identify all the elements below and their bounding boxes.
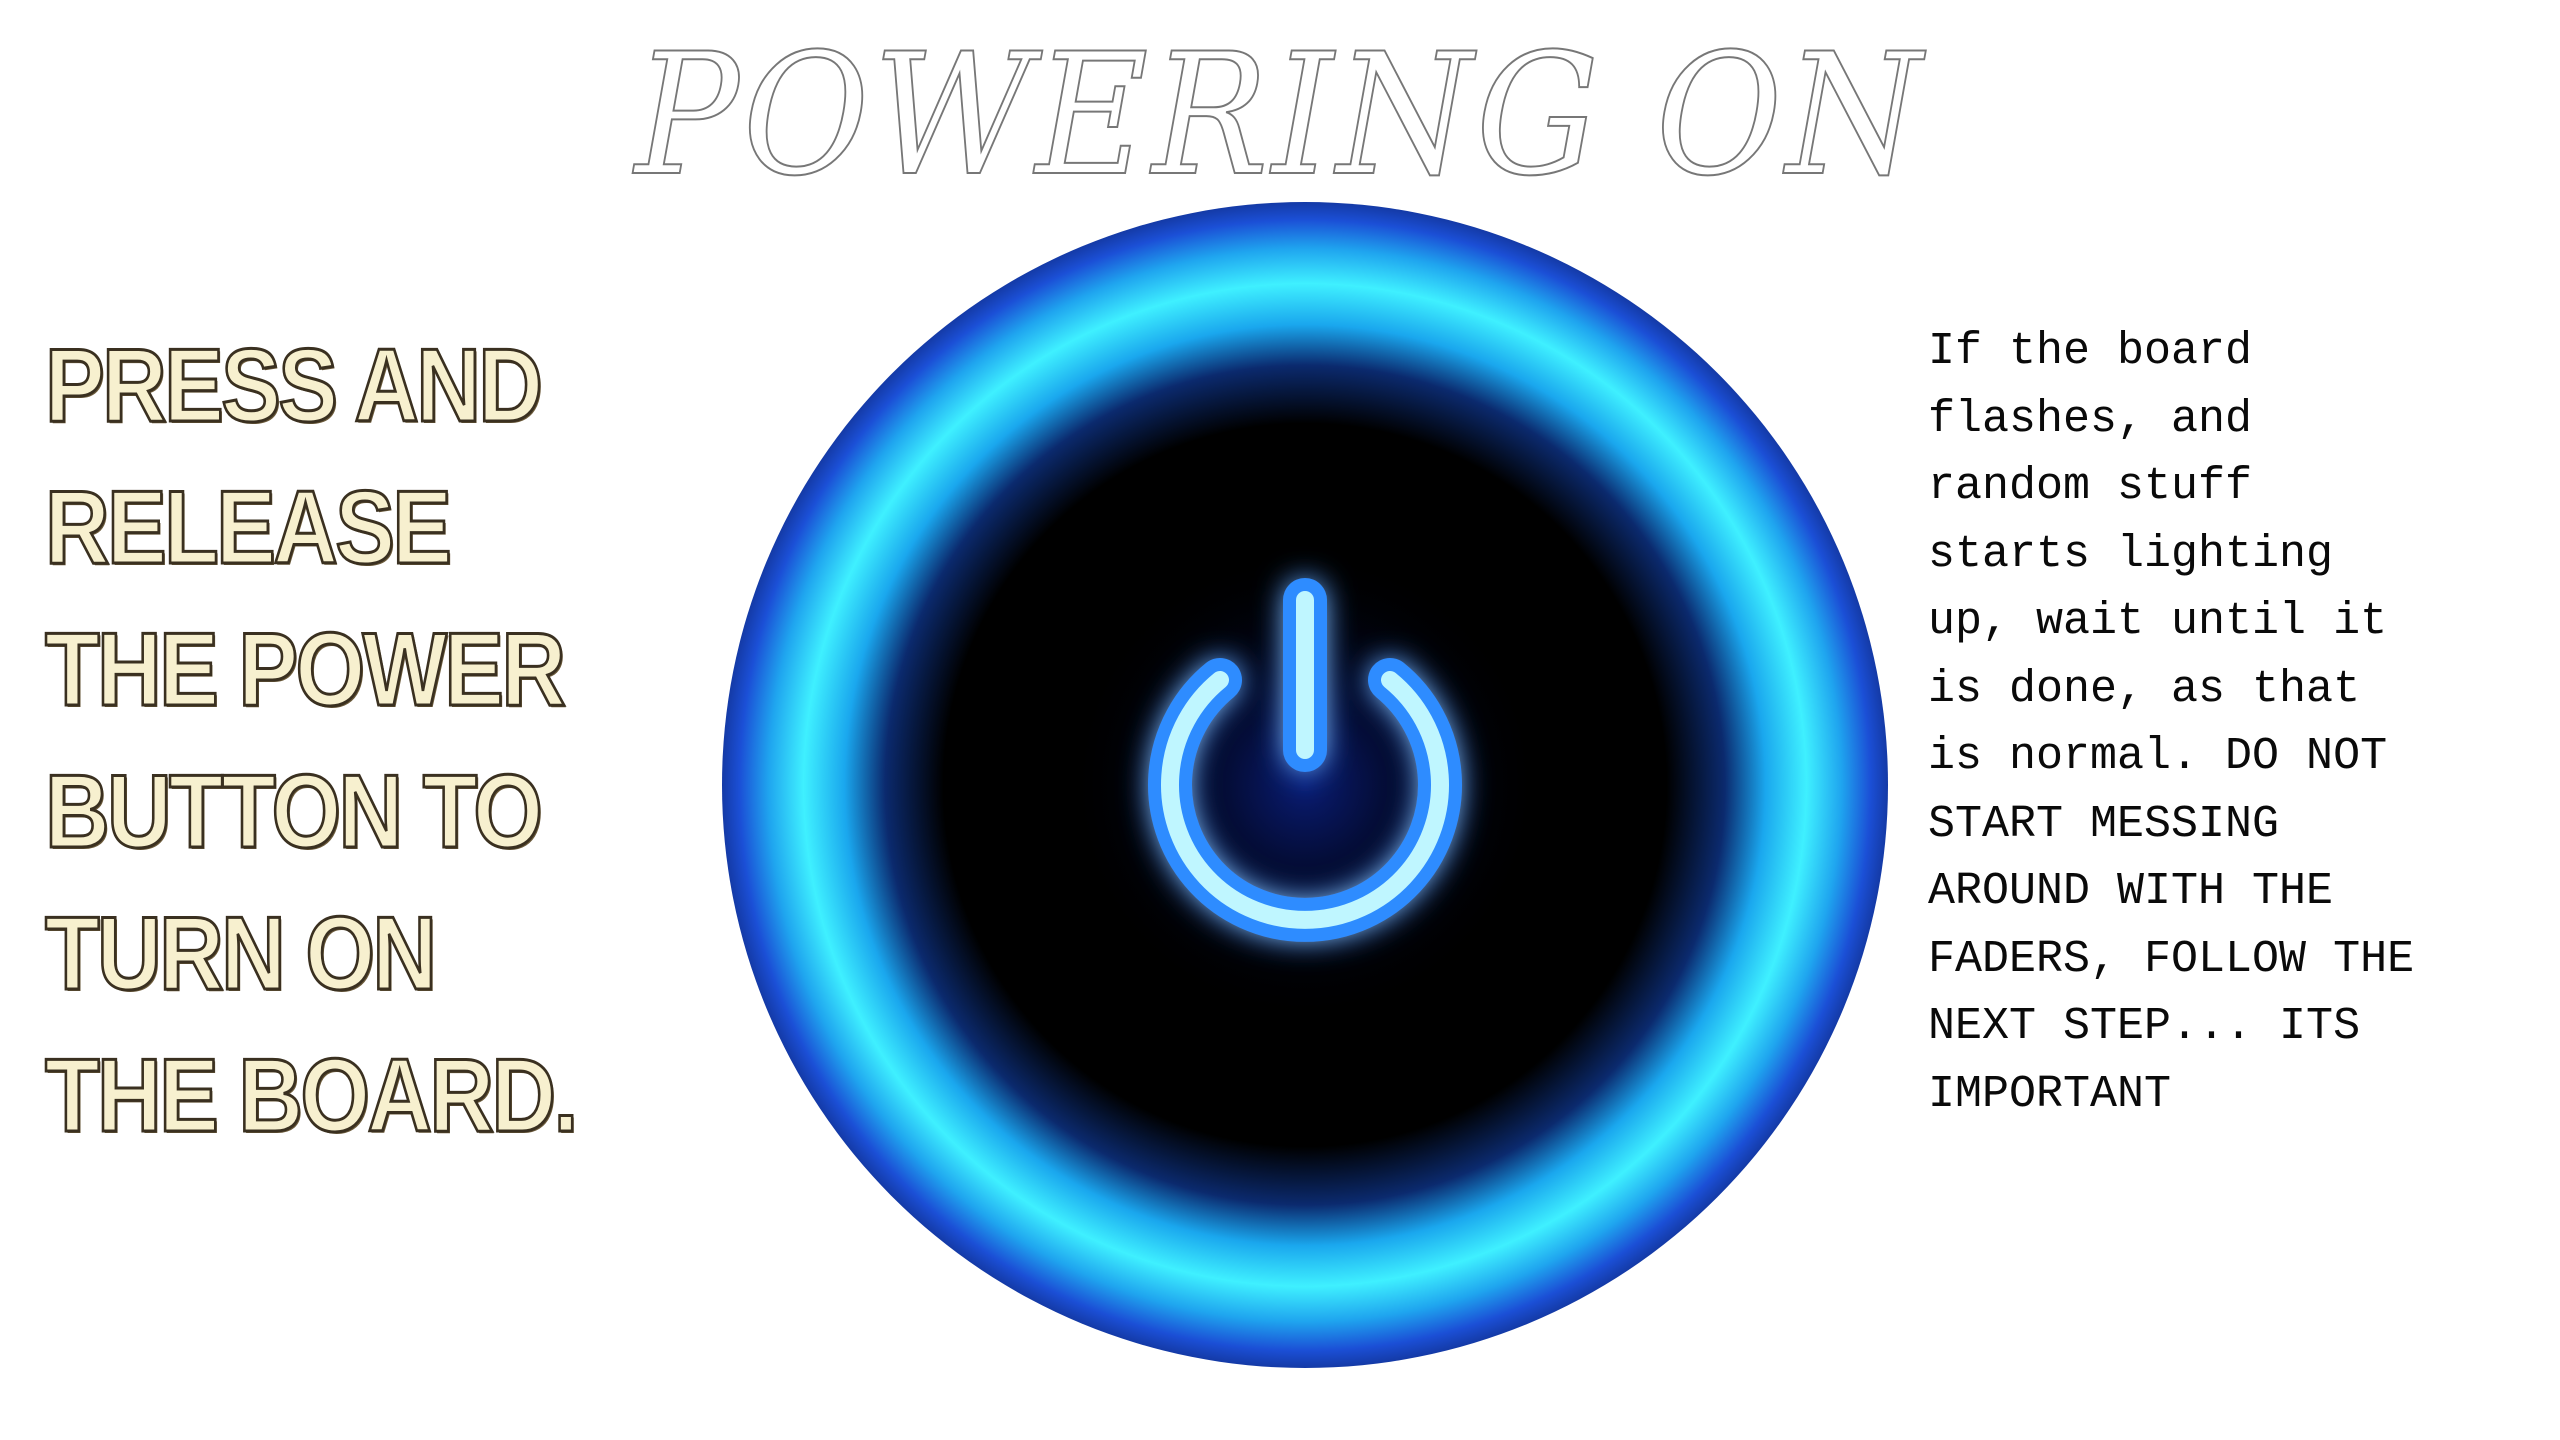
instruction-right: If the board flashes, and random stuff s…	[1928, 326, 2415, 1120]
page-title: POWERING ON	[634, 16, 1926, 214]
slide: POWERING ON PRESS AND RELEASE THE POWER …	[0, 0, 2560, 1440]
power-button[interactable]	[720, 200, 1890, 1370]
instruction-left: PRESS AND RELEASE THE POWER BUTTON TO TU…	[44, 327, 580, 1156]
power-icon	[722, 202, 1888, 1368]
